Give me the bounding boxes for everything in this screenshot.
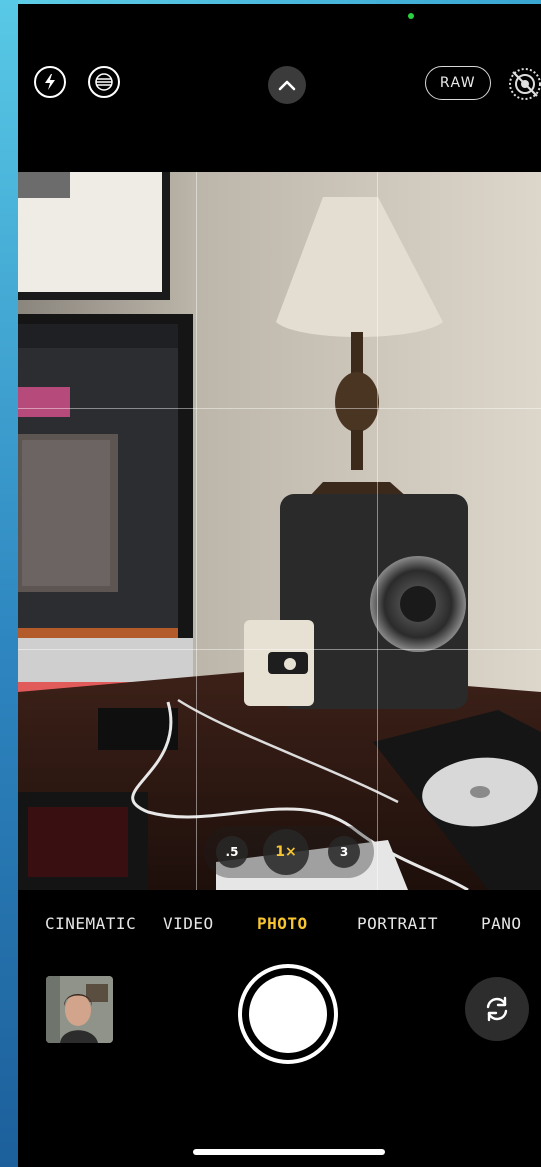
grid-line-vertical <box>377 172 378 890</box>
last-photo-thumbnail[interactable] <box>46 976 113 1043</box>
mode-photo[interactable]: PHOTO <box>257 914 308 933</box>
mode-portrait[interactable]: PORTRAIT <box>357 914 438 933</box>
mode-pano[interactable]: PANO <box>481 914 522 933</box>
left-border <box>0 0 18 1167</box>
camera-app: RAW .5 1× 3 CINEMATIC VIDEO PHOTO PORTRA… <box>18 4 541 1167</box>
shutter-button[interactable] <box>238 964 338 1064</box>
thumbnail-image <box>46 976 113 1043</box>
camera-viewfinder[interactable] <box>18 172 541 890</box>
zoom-0-5x-button[interactable]: .5 <box>216 836 248 868</box>
raw-button[interactable]: RAW <box>425 66 491 100</box>
switch-camera-button[interactable] <box>465 977 529 1041</box>
flash-icon <box>45 74 55 90</box>
switch-camera-icon <box>486 996 508 1022</box>
live-preview-image <box>18 172 541 890</box>
live-photo-button[interactable] <box>507 66 541 102</box>
controls-toggle-button[interactable] <box>268 66 306 104</box>
zoom-1x-button[interactable]: 1× <box>263 829 309 875</box>
zoom-control: .5 1× 3 <box>204 826 374 878</box>
grid-line-horizontal <box>18 408 541 409</box>
home-indicator[interactable] <box>193 1149 385 1155</box>
photographic-style-button[interactable] <box>88 66 120 98</box>
zoom-3x-button[interactable]: 3 <box>328 836 360 868</box>
live-photo-off-icon <box>509 68 541 100</box>
grid-line-horizontal <box>18 649 541 650</box>
mode-cinematic[interactable]: CINEMATIC <box>45 914 136 933</box>
photographic-style-icon <box>95 73 113 91</box>
shutter-inner <box>249 975 327 1053</box>
mode-video[interactable]: VIDEO <box>163 914 214 933</box>
chevron-up-icon <box>278 80 296 91</box>
flash-button[interactable] <box>34 66 66 98</box>
grid-line-vertical <box>196 172 197 890</box>
top-controls: RAW <box>18 4 541 172</box>
camera-mode-selector: CINEMATIC VIDEO PHOTO PORTRAIT PANO <box>18 910 541 940</box>
